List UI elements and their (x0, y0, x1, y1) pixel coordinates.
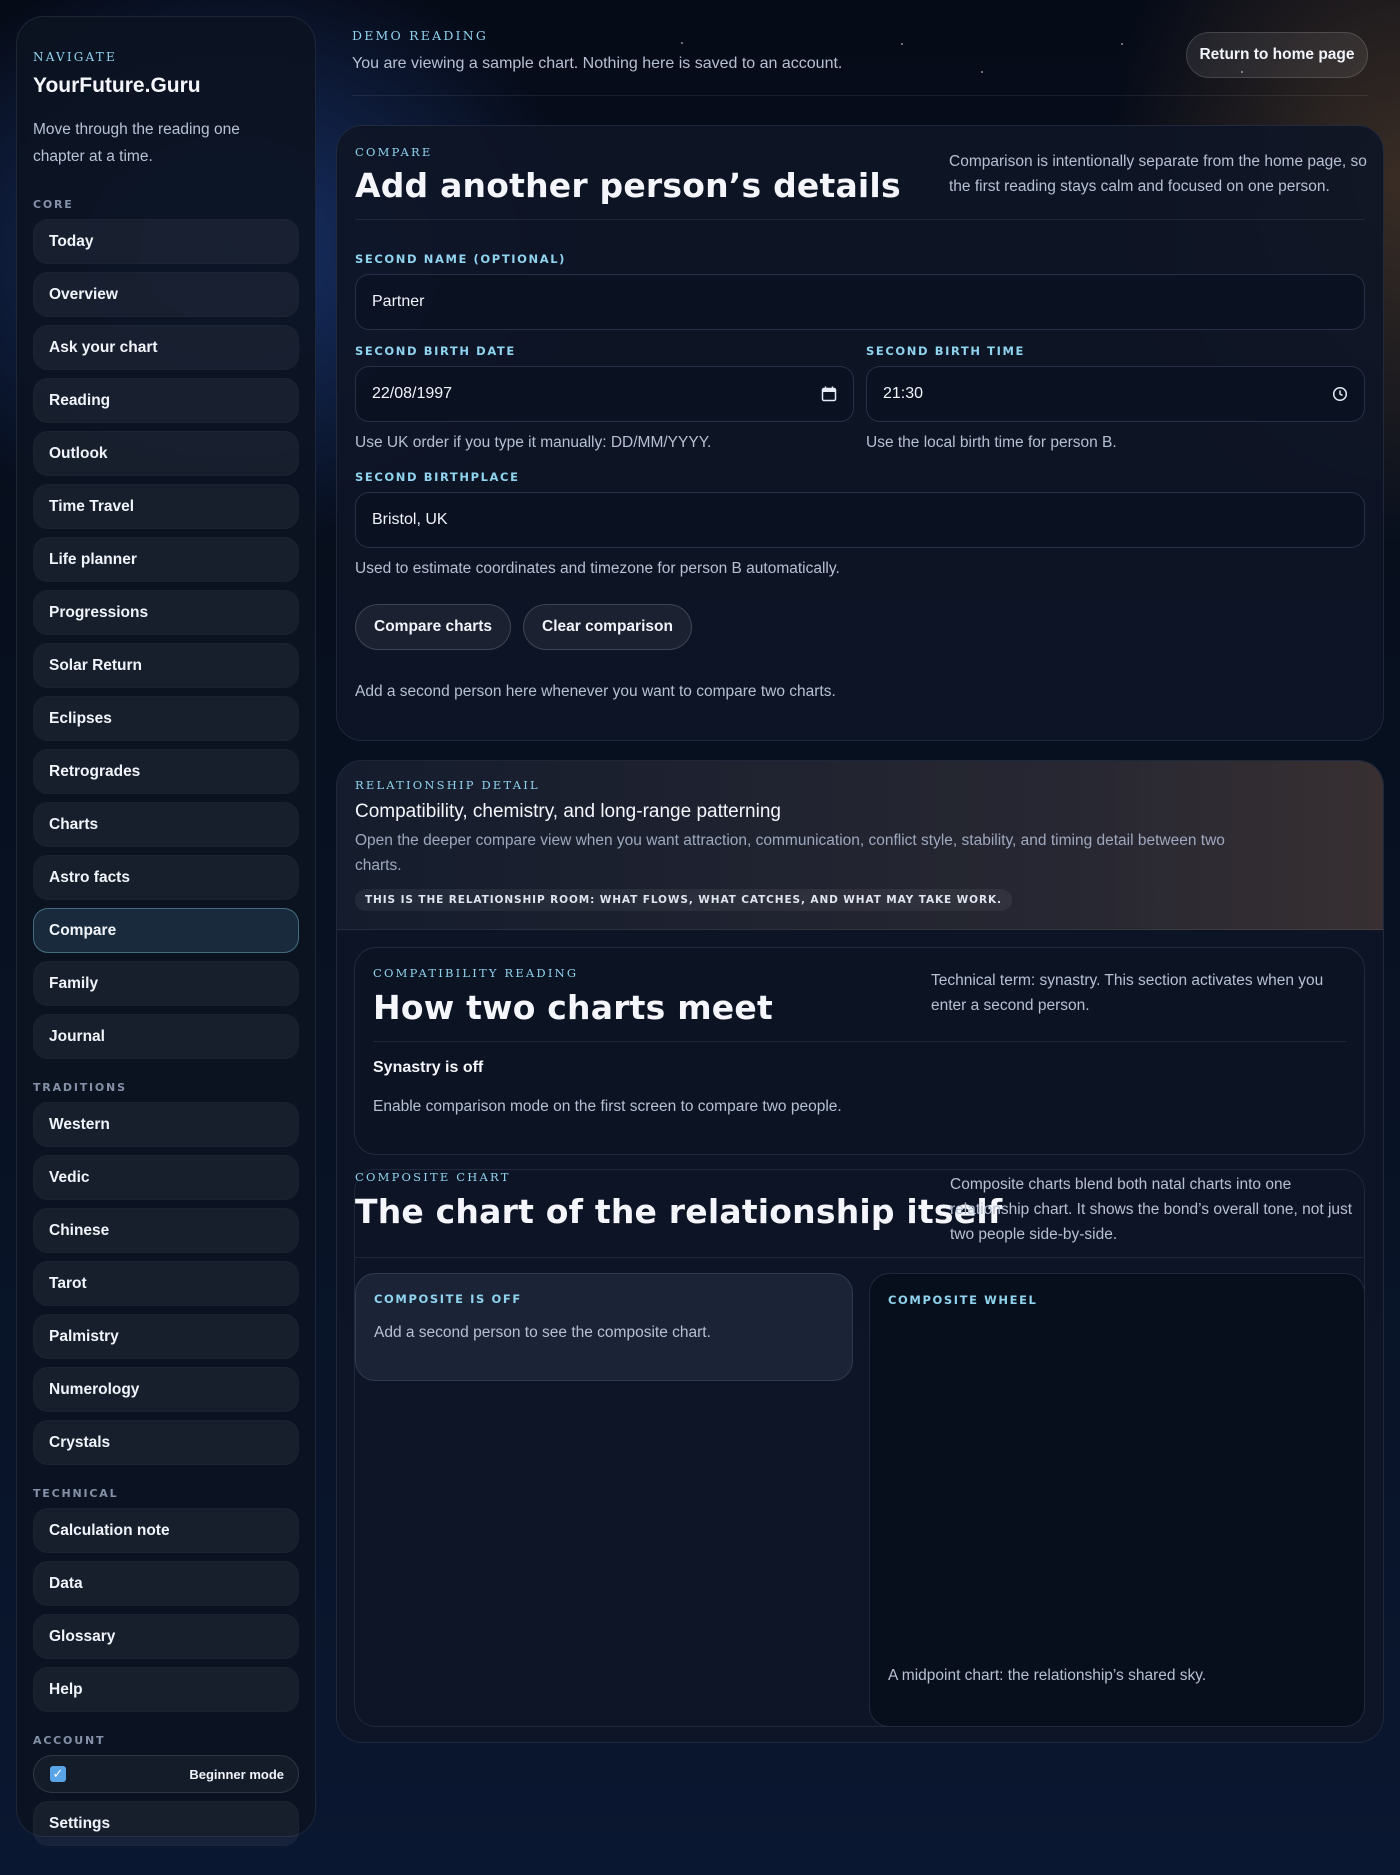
birthplace-help: Used to estimate coordinates and timezon… (355, 560, 840, 577)
nav-list: ✓ Beginner mode Settings (33, 1755, 299, 1846)
synastry-title: How two charts meet (373, 988, 773, 1027)
divider (355, 219, 1365, 220)
sidebar-item-palmistry[interactable]: Palmistry (33, 1314, 299, 1359)
divider (373, 1041, 1346, 1042)
synastry-card: COMPATIBILITY READING How two charts mee… (354, 947, 1365, 1155)
sidebar-item-charts[interactable]: Charts (33, 802, 299, 847)
second-name-input[interactable]: Partner (355, 274, 1365, 330)
sidebar-item-outlook[interactable]: Outlook (33, 431, 299, 476)
nav-list: Calculation note Data Glossary Help (33, 1508, 299, 1712)
sidebar-item-solar-return[interactable]: Solar Return (33, 643, 299, 688)
second-birthplace-input[interactable]: Bristol, UK (355, 492, 1365, 548)
divider (355, 1257, 1364, 1258)
second-name-label: SECOND NAME (OPTIONAL) (355, 252, 567, 266)
synastry-note: Technical term: synastry. This section a… (931, 972, 1324, 1014)
nav-section-heading: TECHNICAL (33, 1487, 119, 1500)
compare-note: Comparison is intentionally separate fro… (949, 153, 1367, 195)
nav-section-heading: ACCOUNT (33, 1734, 106, 1747)
composite-section: COMPOSITE CHART The chart of the relatio… (354, 1169, 1365, 1727)
clock-icon[interactable] (1332, 386, 1348, 402)
composite-title: The chart of the relationship itself (355, 1192, 1003, 1231)
clear-comparison-button[interactable]: Clear comparison (523, 604, 692, 650)
synastry-message: Enable comparison mode on the first scre… (373, 1098, 842, 1115)
date-help: Use UK order if you type it manually: DD… (355, 434, 712, 451)
sidebar-item-overview[interactable]: Overview (33, 272, 299, 317)
relationship-panel: RELATIONSHIP DETAIL Compatibility, chemi… (336, 760, 1384, 1743)
composite-wheel-card: COMPOSITE WHEEL A midpoint chart: the re… (869, 1273, 1365, 1727)
sidebar-item-reading[interactable]: Reading (33, 378, 299, 423)
checkbox-checked-icon[interactable]: ✓ (50, 1766, 66, 1782)
nav-list: Today Overview Ask your chart Reading Outloo… (33, 219, 299, 1059)
sidebar-item-data[interactable]: Data (33, 1561, 299, 1606)
sidebar: NAVIGATE YourFuture.Guru Move through th… (16, 16, 316, 1846)
sidebar-item-help[interactable]: Help (33, 1667, 299, 1712)
composite-wheel-label: COMPOSITE WHEEL (888, 1293, 1038, 1307)
sidebar-item-calculation-note[interactable]: Calculation note (33, 1508, 299, 1553)
time-help: Use the local birth time for person B. (866, 434, 1117, 451)
sidebar-item-crystals[interactable]: Crystals (33, 1420, 299, 1465)
composite-note: Composite charts blend both natal charts… (950, 1176, 1353, 1243)
synastry-status: Synastry is off (373, 1059, 484, 1076)
composite-eyebrow: COMPOSITE CHART (355, 1170, 511, 1184)
sidebar-intro: Move through the reading one chapter at … (33, 121, 240, 165)
date-value: 22/08/1997 (372, 385, 453, 402)
second-birth-date-input[interactable]: 22/08/1997 (355, 366, 854, 422)
beginner-mode-toggle[interactable]: ✓ Beginner mode (33, 1755, 299, 1793)
sidebar-item-compare[interactable]: Compare (33, 908, 299, 953)
compare-footer: Add a second person here whenever you wa… (355, 683, 836, 700)
sidebar-item-glossary[interactable]: Glossary (33, 1614, 299, 1659)
nav-section-heading: TRADITIONS (33, 1081, 127, 1094)
sidebar-eyebrow: NAVIGATE (33, 50, 117, 64)
sidebar-item-retrogrades[interactable]: Retrogrades (33, 749, 299, 794)
second-birthplace-label: SECOND BIRTHPLACE (355, 470, 520, 484)
second-birth-time-input[interactable]: 21:30 (866, 366, 1365, 422)
nav-section-heading: CORE (33, 198, 74, 211)
sidebar-item-numerology[interactable]: Numerology (33, 1367, 299, 1412)
relationship-description: Open the deeper compare view when you wa… (355, 832, 1225, 874)
sidebar-item-eclipses[interactable]: Eclipses (33, 696, 299, 741)
compare-charts-button[interactable]: Compare charts (355, 604, 512, 650)
sidebar-item-ask-your-chart[interactable]: Ask your chart (33, 325, 299, 370)
compare-actions: Compare charts Clear comparison (355, 604, 692, 650)
sidebar-item-life-planner[interactable]: Life planner (33, 537, 299, 582)
sidebar-item-chinese[interactable]: Chinese (33, 1208, 299, 1253)
composite-wheel-caption: A midpoint chart: the relationship’s sha… (888, 1667, 1207, 1684)
sidebar-item-western[interactable]: Western (33, 1102, 299, 1147)
time-value: 21:30 (883, 385, 924, 402)
sidebar-item-vedic[interactable]: Vedic (33, 1155, 299, 1200)
compare-panel: COMPARE Add another person’s details Com… (336, 125, 1384, 741)
relationship-title: Compatibility, chemistry, and long-range… (355, 801, 781, 822)
sidebar-item-family[interactable]: Family (33, 961, 299, 1006)
synastry-eyebrow: COMPATIBILITY READING (373, 966, 579, 980)
sidebar-item-astro-facts[interactable]: Astro facts (33, 855, 299, 900)
composite-off-message: Add a second person to see the composite… (374, 1324, 711, 1341)
sidebar-item-tarot[interactable]: Tarot (33, 1261, 299, 1306)
beginner-mode-label: Beginner mode (189, 1766, 284, 1782)
sidebar-item-today[interactable]: Today (33, 219, 299, 264)
sidebar-item-settings[interactable]: Settings (33, 1801, 299, 1846)
nav-list: Western Vedic Chinese Tarot Palmistry Numerol… (33, 1102, 299, 1465)
composite-off-label: COMPOSITE IS OFF (374, 1292, 522, 1306)
return-home-button[interactable]: Return to home page (1186, 32, 1368, 78)
compare-eyebrow: COMPARE (355, 145, 433, 159)
sidebar-item-journal[interactable]: Journal (33, 1014, 299, 1059)
calendar-icon[interactable] (821, 386, 837, 402)
second-birth-time-label: SECOND BIRTH TIME (866, 344, 1026, 358)
second-birth-date-label: SECOND BIRTH DATE (355, 344, 516, 358)
compare-title: Add another person’s details (355, 166, 901, 205)
composite-off-card: COMPOSITE IS OFF Add a second person to … (355, 1273, 853, 1381)
sidebar-item-progressions[interactable]: Progressions (33, 590, 299, 635)
relationship-eyebrow: RELATIONSHIP DETAIL (355, 778, 540, 792)
demo-banner: DEMO READING You are viewing a sample ch… (352, 28, 1368, 96)
relationship-chip: THIS IS THE RELATIONSHIP ROOM: WHAT FLOW… (355, 889, 1012, 911)
brand-name: YourFuture.Guru (33, 74, 201, 97)
sidebar-item-time-travel[interactable]: Time Travel (33, 484, 299, 529)
